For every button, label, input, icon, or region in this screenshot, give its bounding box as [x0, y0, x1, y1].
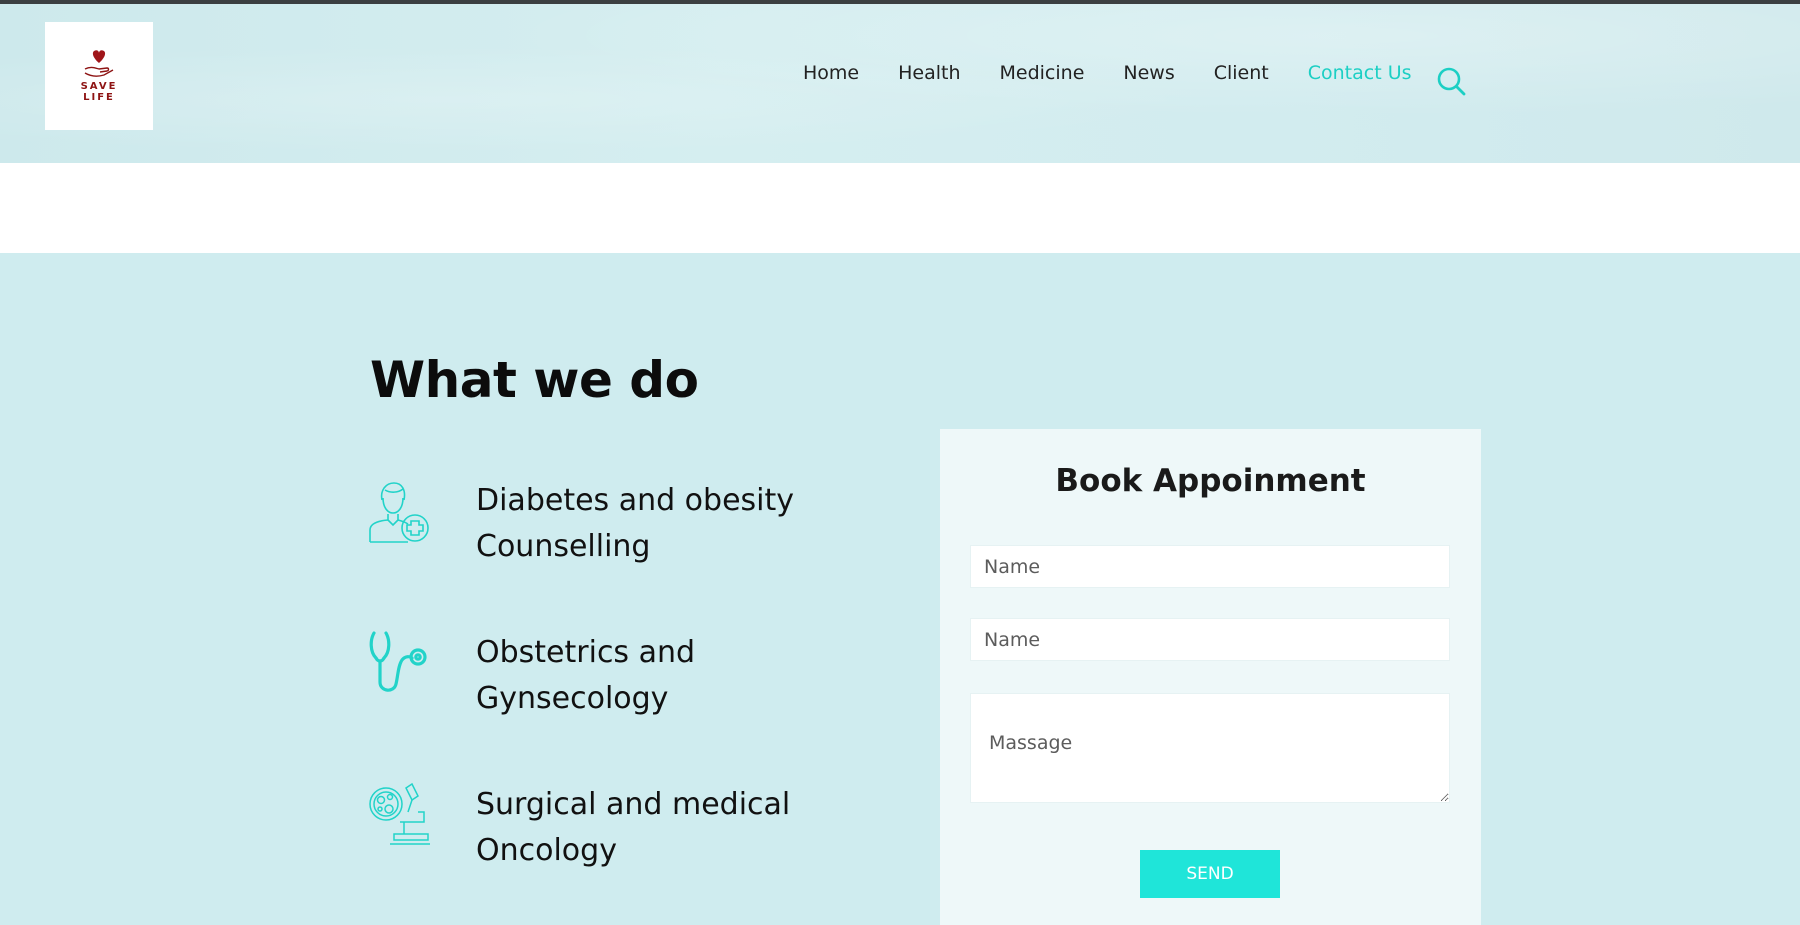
- search-icon[interactable]: [1436, 66, 1466, 96]
- book-appointment-card: Book Appoinment SEND: [940, 429, 1481, 925]
- section-title: What we do: [370, 351, 699, 409]
- service-label: Surgical and medical Oncology: [476, 787, 791, 868]
- second-name-field[interactable]: [970, 618, 1450, 661]
- nav-item-medicine[interactable]: Medicine: [1000, 62, 1085, 84]
- service-label: Diabetes and obesity Counselling: [476, 483, 795, 564]
- nav-item-contact-us[interactable]: Contact Us: [1308, 62, 1412, 84]
- nav-item-health[interactable]: Health: [898, 62, 960, 84]
- service-item-obstetrics: Obstetrics and Gynsecology: [368, 630, 848, 722]
- service-item-diabetes: Diabetes and obesity Counselling: [368, 478, 848, 570]
- service-label: Obstetrics and Gynsecology: [476, 635, 696, 716]
- heart-hand-icon: [84, 50, 114, 77]
- appointment-title: Book Appoinment: [1055, 463, 1366, 499]
- logo-text-life: LIFE: [83, 92, 115, 103]
- nav-item-client[interactable]: Client: [1214, 62, 1269, 84]
- what-we-do-section: What we do Diabetes and obesity Counsell…: [0, 253, 1800, 925]
- send-button[interactable]: SEND: [1140, 850, 1280, 898]
- logo-text-save: SAVE: [80, 81, 118, 92]
- service-item-oncology: Surgical and medical Oncology: [368, 782, 848, 874]
- site-logo[interactable]: SAVE LIFE: [45, 22, 153, 130]
- stethoscope-icon: [369, 631, 427, 692]
- site-header: SAVE LIFE Home Health Medicine News Clie…: [0, 4, 1800, 163]
- nav-item-news[interactable]: News: [1123, 62, 1174, 84]
- name-field[interactable]: [970, 545, 1450, 588]
- white-banner-strip: [0, 163, 1800, 253]
- nav-item-home[interactable]: Home: [803, 62, 859, 84]
- microscope-icon: [369, 782, 430, 845]
- message-field[interactable]: [970, 693, 1450, 803]
- main-nav: Home Health Medicine News Client Contact…: [803, 62, 1451, 84]
- doctor-plus-icon: [369, 482, 429, 543]
